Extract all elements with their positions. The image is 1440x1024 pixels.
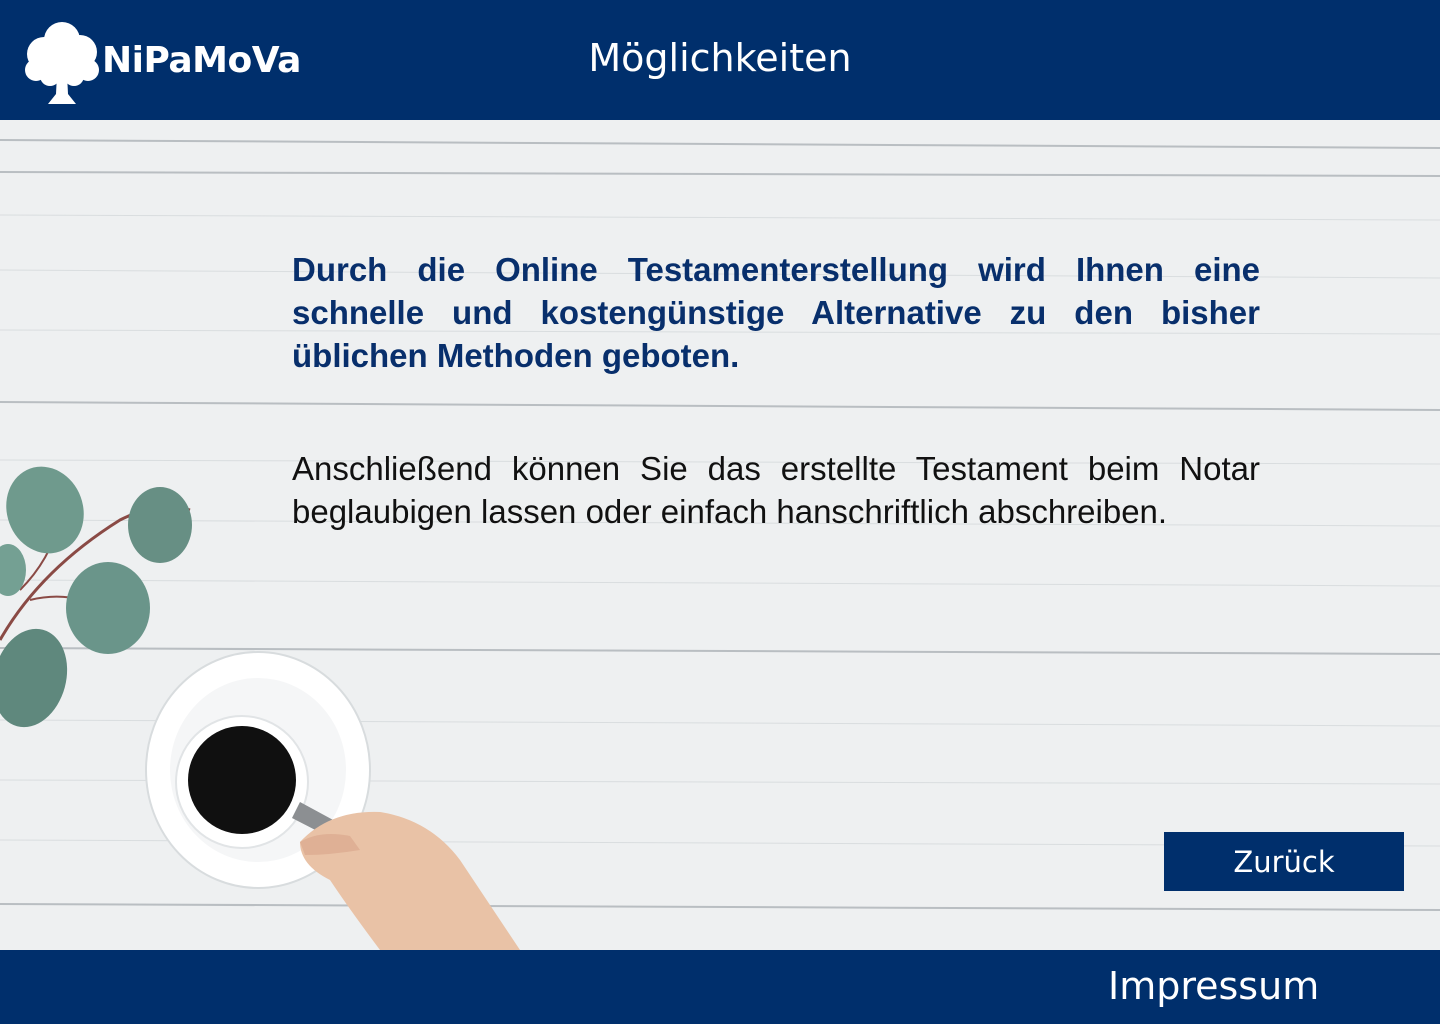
impressum-link[interactable]: Impressum: [1108, 964, 1319, 1008]
back-button[interactable]: Zurück: [1164, 832, 1404, 891]
body-paragraph: Anschließend können Sie das erstellte Te…: [292, 450, 1260, 530]
page-title: Möglichkeiten: [588, 36, 852, 80]
main-content: Durch die Online Testamenterstellung wir…: [0, 120, 1440, 950]
wood-background-image: [0, 120, 1440, 950]
content-text: Durch die Online Testamenterstellung wir…: [292, 248, 1260, 533]
header: NiPaMoVa Möglichkeiten: [0, 0, 1440, 120]
intro-paragraph: Durch die Online Testamenterstellung wir…: [292, 251, 1260, 374]
footer: Impressum: [0, 950, 1440, 1024]
